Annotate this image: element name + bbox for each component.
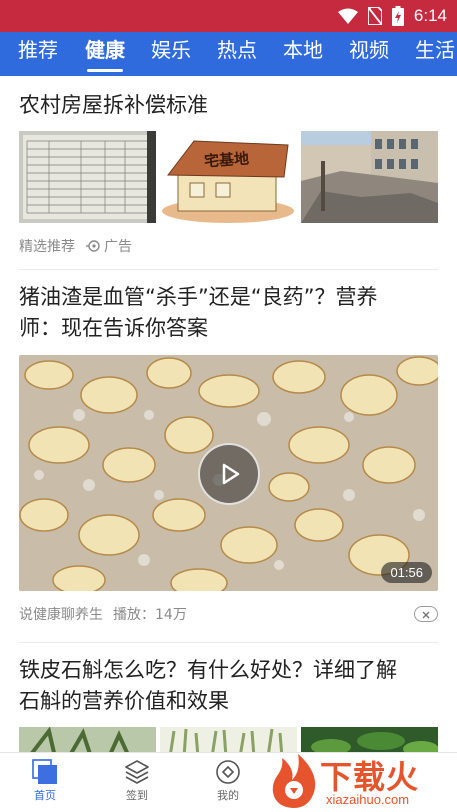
article-thumbnails[interactable]: 宅基地	[19, 131, 438, 223]
tab-label: 热点	[217, 38, 257, 62]
close-icon	[422, 611, 430, 619]
divider	[19, 269, 438, 270]
status-icons: 6:14	[337, 4, 447, 28]
home-icon	[32, 759, 57, 784]
article-source: 精选推荐	[19, 239, 75, 255]
nav-label: 我的	[217, 789, 239, 802]
nav-label: 首页	[34, 789, 56, 802]
tab-label: 视频	[349, 38, 389, 62]
tab-video[interactable]: 视频	[349, 32, 389, 76]
video-player[interactable]: 01:56	[19, 355, 438, 591]
category-tab-bar: 推荐 健康 娱乐 热点 本地 视频 生活	[0, 32, 457, 76]
nav-profile[interactable]: 我的	[198, 753, 258, 812]
divider	[19, 642, 438, 643]
play-button[interactable]	[198, 443, 260, 505]
tab-hot[interactable]: 热点	[217, 32, 257, 76]
tab-label: 健康	[85, 38, 125, 62]
wifi-icon	[337, 8, 358, 24]
article-card-3[interactable]: 铁皮石斛怎么吃？有什么好处？详细了解 石斛的营养价值和效果	[19, 655, 438, 717]
nav-label: 签到	[126, 789, 148, 802]
flame-icon	[272, 754, 316, 808]
battery-charging-icon	[391, 6, 404, 26]
thumbnail-house-illustration: 宅基地	[160, 131, 297, 223]
layers-icon	[125, 760, 149, 784]
ad-label: 广告	[104, 239, 132, 255]
watermark-url: xiazaihuo.com	[326, 792, 410, 807]
article-title-line-1: 猪油渣是血管“杀手”还是“良药”？营养	[19, 285, 378, 309]
ad-icon	[86, 240, 100, 252]
tab-health[interactable]: 健康	[85, 32, 125, 76]
article-card-2[interactable]: 猪油渣是血管“杀手”还是“良药”？营养 师：现在告诉你答案	[19, 282, 438, 344]
article-title-line-1: 铁皮石斛怎么吃？有什么好处？详细了解	[19, 658, 397, 682]
tab-label: 本地	[283, 38, 323, 62]
nav-home[interactable]: 首页	[15, 753, 75, 812]
article-title: 农村房屋拆补偿标准	[19, 93, 208, 117]
tab-entertainment[interactable]: 娱乐	[151, 32, 191, 76]
tab-label: 推荐	[18, 38, 58, 62]
thumbnail-document	[19, 131, 156, 223]
tab-local[interactable]: 本地	[283, 32, 323, 76]
status-time: 6:14	[413, 6, 447, 25]
active-tab-indicator	[87, 69, 123, 72]
article-meta: 说健康聊养生 播放：14万	[19, 604, 187, 624]
thumbnail-plant	[19, 727, 156, 752]
dismiss-button[interactable]	[414, 606, 438, 622]
tab-life[interactable]: 生活	[415, 32, 455, 76]
video-duration: 01:56	[381, 562, 432, 583]
nav-checkin[interactable]: 签到	[107, 753, 167, 812]
no-sim-icon	[367, 7, 382, 25]
status-bar: 6:14	[0, 0, 457, 32]
thumbnail-demolition	[301, 131, 438, 223]
news-feed: 农村房屋拆补偿标准 宅基地 精选推荐 广告 猪油渣是血管“杀手”还是“良药”？营…	[0, 76, 457, 752]
tab-recommend[interactable]: 推荐	[18, 32, 58, 76]
profile-icon	[216, 760, 240, 784]
article-meta: 精选推荐 广告	[19, 236, 132, 256]
article-source: 说健康聊养生	[19, 607, 103, 623]
play-count: 播放：14万	[113, 607, 187, 623]
article-title-line-2: 师：现在告诉你答案	[19, 316, 208, 340]
play-icon	[222, 463, 240, 485]
house-sign: 宅基地	[203, 149, 250, 171]
tab-label: 娱乐	[151, 38, 191, 62]
article-title-line-2: 石斛的营养价值和效果	[19, 689, 229, 713]
tab-label: 生活	[415, 38, 455, 62]
watermark-logo: 下载火 xiazaihuo.com	[268, 748, 457, 812]
